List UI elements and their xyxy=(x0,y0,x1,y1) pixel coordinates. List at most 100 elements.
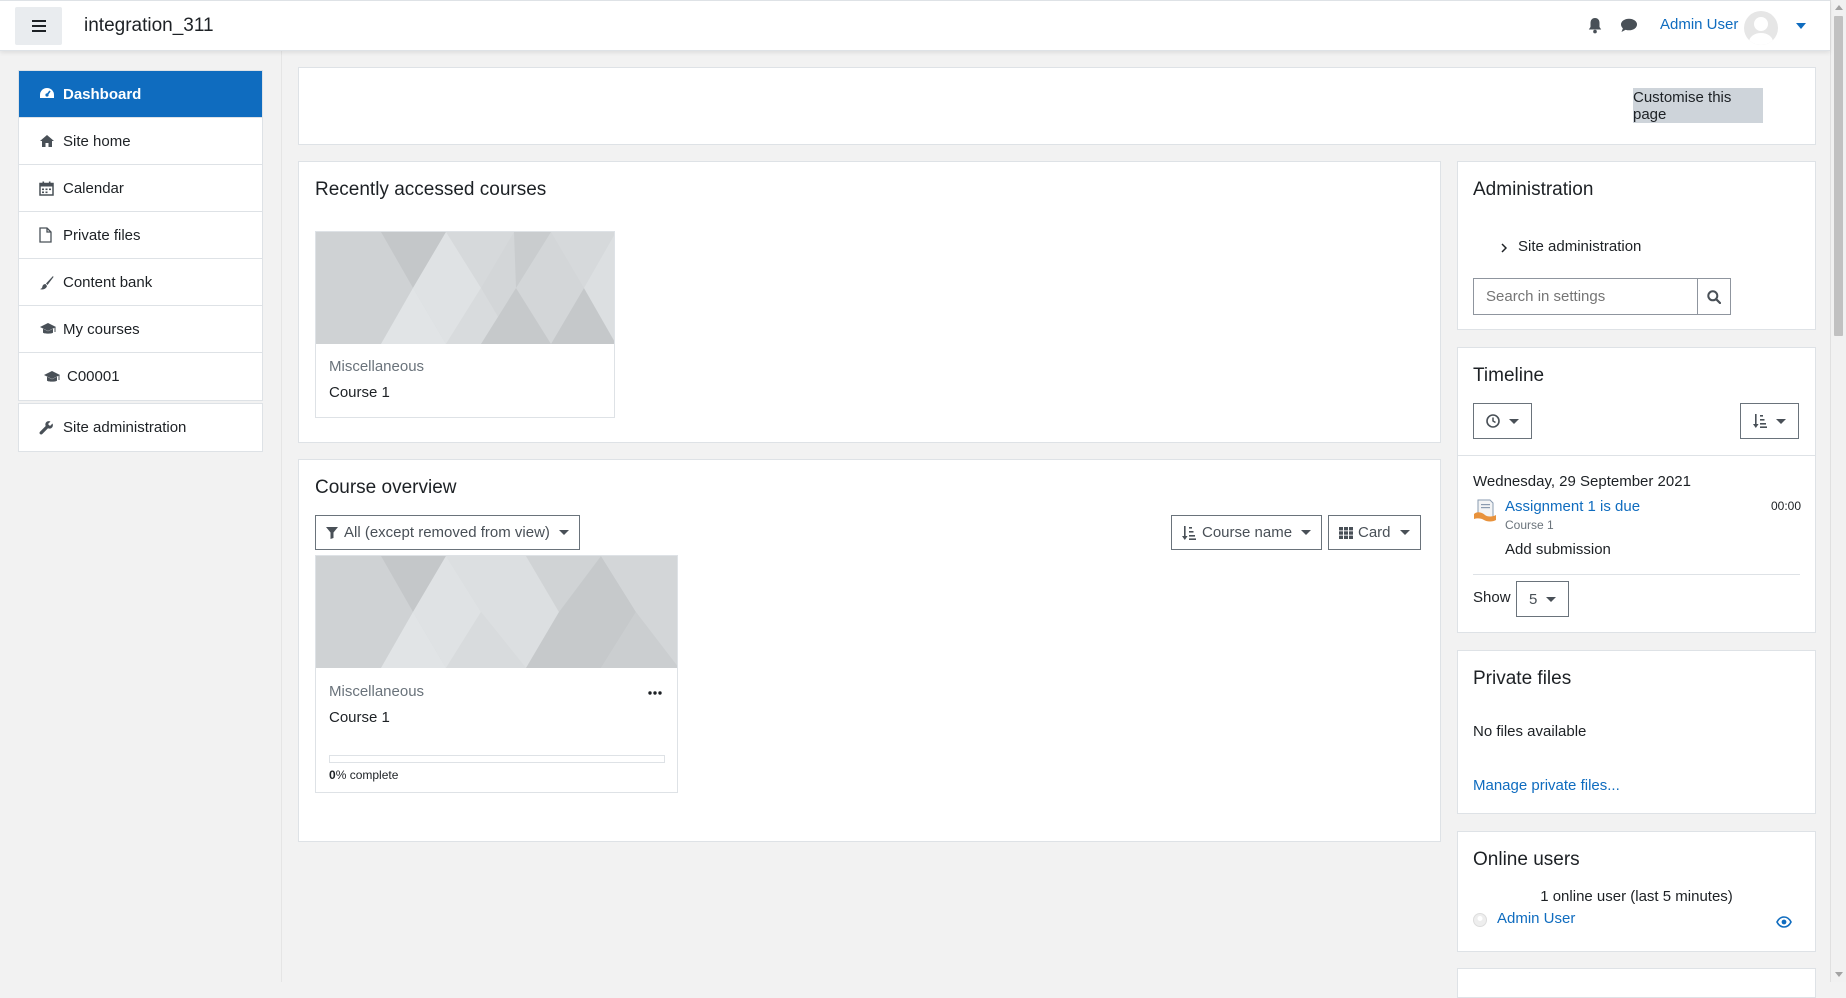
nav-item-content-bank[interactable]: Content bank xyxy=(19,259,262,306)
nav-item-dashboard[interactable]: Dashboard xyxy=(19,71,262,118)
clock-icon xyxy=(1486,414,1500,428)
brush-icon xyxy=(40,275,54,289)
nav-group-main: Dashboard Site home Calendar Private fil… xyxy=(18,70,263,401)
calendar-icon xyxy=(39,181,54,196)
search-icon xyxy=(1707,289,1721,304)
site-name[interactable]: integration_311 xyxy=(84,15,214,37)
block-title: Timeline xyxy=(1473,365,1545,386)
divider xyxy=(1473,574,1800,575)
user-avatar-icon xyxy=(1749,17,1773,45)
grid-icon xyxy=(1339,526,1353,539)
nav-item-label: Calendar xyxy=(63,179,124,197)
bell-icon[interactable] xyxy=(1587,17,1603,34)
nav-item-label: Content bank xyxy=(63,273,153,291)
scroll-thumb[interactable] xyxy=(1834,16,1843,336)
show-count-dropdown[interactable]: 5 xyxy=(1516,581,1570,617)
timeline-day-filter-dropdown[interactable] xyxy=(1473,403,1532,439)
scroll-down-arrow-icon[interactable] xyxy=(1835,972,1843,977)
site-administration-tree-item[interactable]: Site administration xyxy=(1518,238,1641,255)
chevron-right-icon[interactable] xyxy=(1501,243,1507,253)
manage-private-files-link[interactable]: Manage private files... xyxy=(1473,777,1620,794)
course-pattern-image xyxy=(316,556,677,668)
dashboard-icon xyxy=(40,88,54,98)
block-title: Course overview xyxy=(315,477,457,498)
timeline-event-time: 00:00 xyxy=(1771,499,1802,513)
course-category: Miscellaneous xyxy=(329,683,425,700)
graduation-cap-icon xyxy=(40,323,56,334)
customise-page-button[interactable]: Customise this page xyxy=(1633,88,1763,123)
show-count-value: 5 xyxy=(1529,590,1538,608)
block-title: Administration xyxy=(1473,179,1594,200)
page-header-card: Customise this page xyxy=(298,67,1816,145)
sort-label: Course name xyxy=(1202,524,1293,541)
online-users-block: Online users 1 online user (last 5 minut… xyxy=(1457,831,1816,952)
block-title: Recently accessed courses xyxy=(315,179,547,200)
nav-item-private-files[interactable]: Private files xyxy=(19,212,262,259)
drawer-toggle-button[interactable] xyxy=(15,7,62,45)
scroll-up-arrow-icon[interactable] xyxy=(1835,5,1843,10)
next-block-partial xyxy=(1457,968,1816,998)
timeline-event-link[interactable]: Assignment 1 is due xyxy=(1505,498,1640,515)
settings-search-button[interactable] xyxy=(1697,278,1731,315)
page-scrollbar[interactable] xyxy=(1830,0,1846,982)
assignment-icon xyxy=(1474,499,1496,522)
nav-item-label: Private files xyxy=(63,226,141,244)
block-title: Online users xyxy=(1473,849,1580,870)
graduation-cap-icon xyxy=(44,370,60,382)
course-overview-block: Course overview All (except removed from… xyxy=(298,459,1441,842)
online-user-link[interactable]: Admin User xyxy=(1497,910,1575,927)
course-progress-bar xyxy=(329,755,665,763)
nav-item-site-home[interactable]: Site home xyxy=(19,118,262,165)
sort-dropdown[interactable]: Course name xyxy=(1171,515,1323,550)
nav-item-label: My courses xyxy=(63,320,140,338)
nav-group-admin: Site administration xyxy=(18,403,263,452)
more-actions-icon[interactable] xyxy=(648,691,662,695)
online-users-summary: 1 online user (last 5 minutes) xyxy=(1540,888,1733,905)
timeline-sort-dropdown[interactable] xyxy=(1740,403,1799,439)
progress-value: 0 xyxy=(329,768,336,782)
user-menu-caret-icon[interactable] xyxy=(1796,23,1806,29)
nav-item-site-administration[interactable]: Site administration xyxy=(19,404,262,451)
nav-item-label: Site home xyxy=(63,132,131,150)
nav-item-label: C00001 xyxy=(67,368,120,385)
nav-item-my-courses[interactable]: My courses xyxy=(19,306,262,353)
show-label: Show xyxy=(1473,589,1511,606)
block-title: Private files xyxy=(1473,668,1572,689)
settings-search-input[interactable] xyxy=(1473,278,1698,315)
timeline-event-course: Course 1 xyxy=(1505,518,1554,532)
view-dropdown[interactable]: Card xyxy=(1328,515,1421,550)
timeline-date-heading: Wednesday, 29 September 2021 xyxy=(1473,473,1691,490)
file-icon xyxy=(39,227,52,243)
user-menu-name[interactable]: Admin User xyxy=(1660,16,1738,33)
course-pattern-image xyxy=(316,232,614,344)
private-files-block: Private files No files available Manage … xyxy=(1457,650,1816,814)
wrench-icon xyxy=(39,421,53,435)
eye-icon[interactable] xyxy=(1776,916,1792,928)
user-avatar-icon xyxy=(1473,913,1487,927)
home-icon xyxy=(40,135,54,147)
view-label: Card xyxy=(1358,524,1391,541)
progress-suffix: % complete xyxy=(335,768,399,782)
nav-item-course-c00001[interactable]: C00001 xyxy=(19,353,262,400)
avatar[interactable] xyxy=(1744,11,1778,45)
caret-down-icon xyxy=(1509,418,1519,424)
course-category: Miscellaneous xyxy=(329,358,425,375)
course-name-link[interactable]: Course 1 xyxy=(329,384,390,401)
overview-course-card[interactable]: Miscellaneous Course 1 0% complete xyxy=(315,555,678,793)
nav-item-calendar[interactable]: Calendar xyxy=(19,165,262,212)
caret-down-icon xyxy=(558,530,569,535)
caret-down-icon xyxy=(1776,418,1786,424)
recently-accessed-courses-block: Recently accessed courses Miscellaneous … xyxy=(298,161,1441,443)
recent-course-card[interactable]: Miscellaneous Course 1 xyxy=(315,231,615,418)
course-name-link[interactable]: Course 1 xyxy=(329,709,390,726)
caret-down-icon xyxy=(1546,596,1557,602)
chat-icon[interactable] xyxy=(1620,18,1638,33)
filter-label: All (except removed from view) xyxy=(344,524,550,541)
course-progress-text: 0% complete xyxy=(329,768,398,782)
sort-icon xyxy=(1753,414,1767,428)
sort-icon xyxy=(1182,525,1196,540)
no-files-text: No files available xyxy=(1473,723,1587,740)
grouping-filter-dropdown[interactable]: All (except removed from view) xyxy=(315,515,580,550)
add-submission-link[interactable]: Add submission xyxy=(1505,541,1611,558)
nav-item-label: Site administration xyxy=(63,419,187,436)
